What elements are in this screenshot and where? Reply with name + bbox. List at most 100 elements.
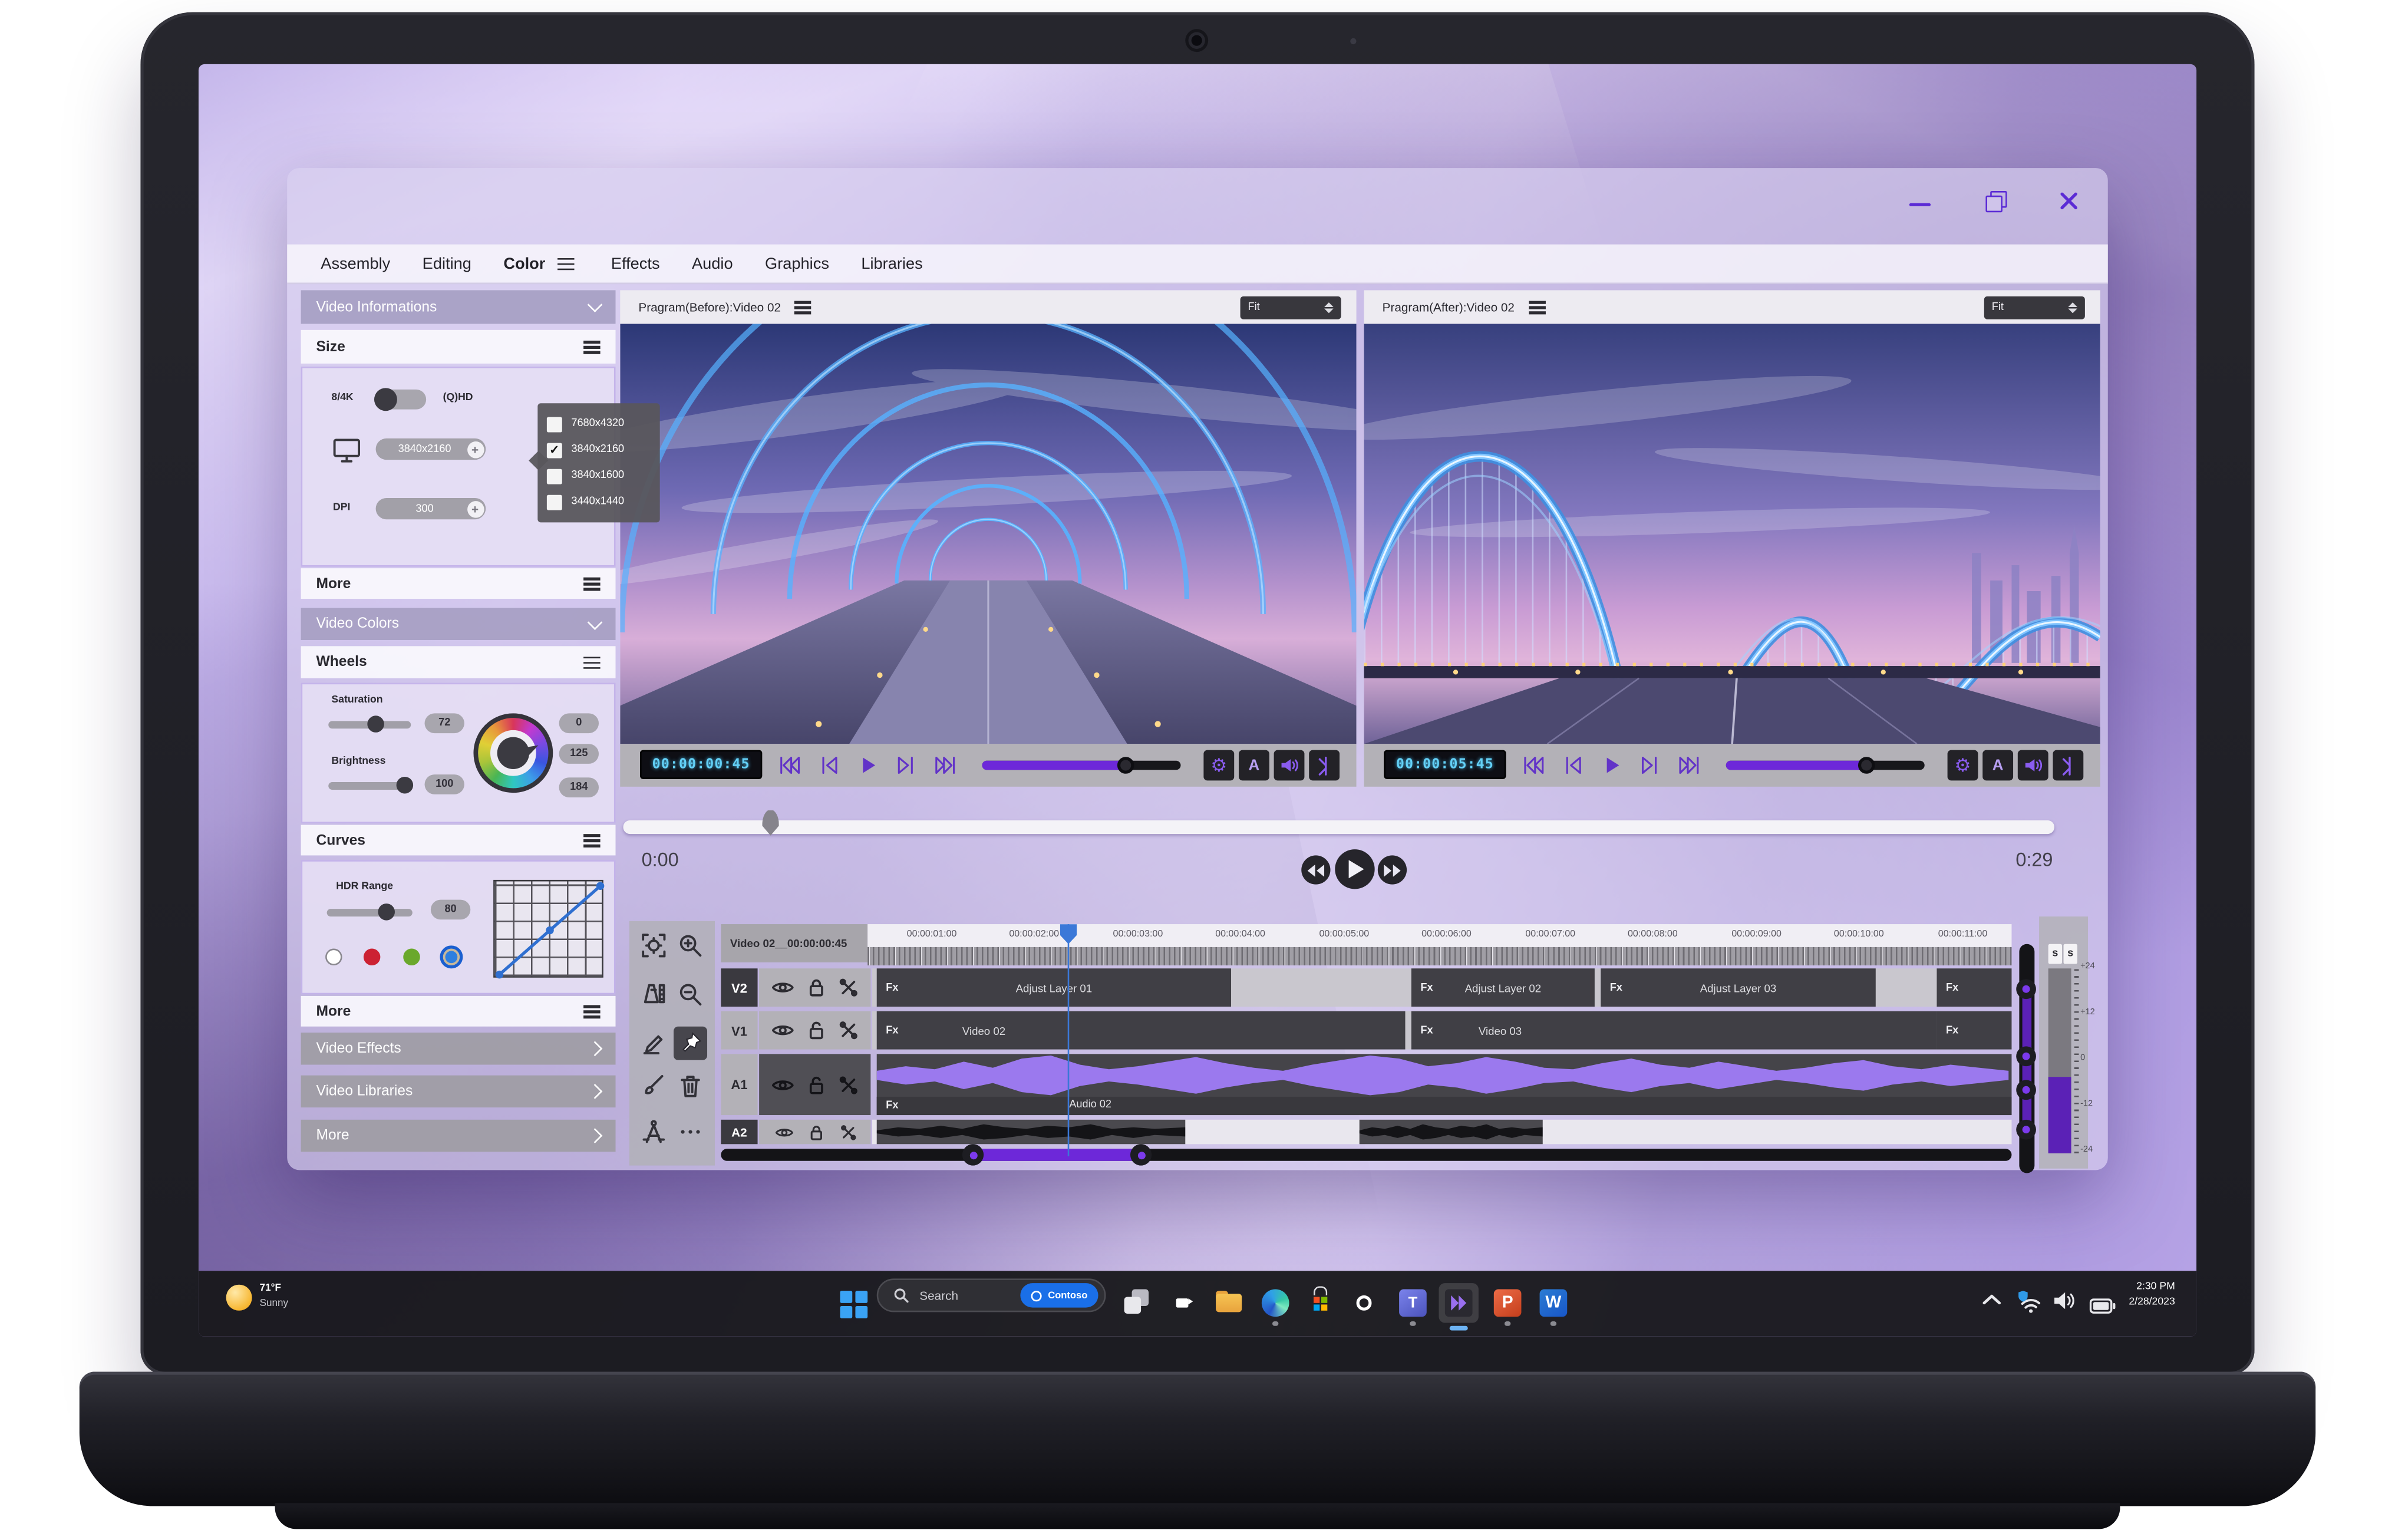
solo-left-button[interactable]: s (2048, 944, 2062, 964)
brightness-slider[interactable] (328, 782, 411, 789)
hdr-range-slider[interactable] (327, 909, 413, 916)
fx-badge[interactable]: Fx (886, 1100, 898, 1111)
vslider-handle[interactable] (2016, 1080, 2036, 1100)
tray-chevron-up-icon[interactable] (1982, 1294, 2001, 1306)
clip-video-02[interactable]: FxVideo 02 (877, 1011, 1406, 1050)
panel-video-informations[interactable]: Video Informations (301, 290, 616, 324)
menu-libraries[interactable]: Libraries (861, 255, 922, 273)
contoso-badge[interactable]: Contoso (1021, 1283, 1098, 1307)
clip-adjust-layer-02[interactable]: FxAdjust Layer 02 (1411, 968, 1595, 1007)
next-frame-icon[interactable] (1641, 756, 1659, 774)
seek-bar[interactable] (623, 820, 2054, 834)
timeline-clip-header[interactable]: Video 02__00:00:00:45 (721, 924, 867, 962)
preview-before-video[interactable] (620, 324, 1356, 744)
timeline-hscrollbar[interactable] (721, 1149, 2011, 1161)
fx-badge[interactable]: Fx (886, 1025, 898, 1036)
pencil-tool-icon[interactable] (642, 1031, 666, 1055)
eye-icon[interactable] (771, 1022, 794, 1039)
split-button[interactable] (2053, 750, 2083, 781)
pin-tool-selected[interactable] (678, 1031, 702, 1055)
menu-assembly[interactable]: Assembly (321, 255, 390, 273)
channel-green[interactable] (403, 949, 420, 966)
speaker-button[interactable] (1274, 750, 1305, 781)
battery-icon[interactable] (2090, 1294, 2116, 1321)
eye-icon[interactable] (771, 1076, 794, 1093)
track-a2-label[interactable]: A2 (721, 1120, 757, 1144)
menu-color[interactable]: Color (503, 255, 545, 273)
play-button[interactable] (1335, 849, 1374, 889)
settings-button[interactable]: ⚙ (1203, 750, 1234, 781)
scroll-handle-right[interactable] (1130, 1144, 1152, 1165)
teams-icon[interactable]: T (1399, 1290, 1427, 1317)
clip-audio-02[interactable]: Fx Audio 02 (877, 1054, 2012, 1115)
track-v2-label[interactable]: V2 (721, 968, 757, 1007)
plus-icon[interactable]: + (467, 500, 484, 517)
preview-progress[interactable] (982, 761, 1181, 770)
brush-tool-icon[interactable] (642, 1074, 666, 1098)
video-editor-app-icon[interactable] (1445, 1290, 1473, 1317)
slider-knob[interactable] (378, 904, 395, 921)
lock-open-icon[interactable] (806, 1020, 826, 1040)
menu-audio[interactable]: Audio (692, 255, 733, 273)
preview-after-video[interactable] (1364, 324, 2100, 744)
compass-tool-icon[interactable] (642, 1120, 666, 1144)
resolution-field[interactable]: 3840x2160 + (376, 438, 486, 460)
vslider-handle[interactable] (2016, 1046, 2036, 1066)
speaker-icon[interactable] (2053, 1291, 2076, 1318)
settings-button[interactable]: ⚙ (1948, 750, 1978, 781)
forward-button[interactable] (1378, 855, 1407, 884)
fx-badge[interactable]: Fx (1946, 982, 1958, 993)
minimize-button[interactable] (1909, 203, 1931, 207)
slider-knob[interactable] (397, 777, 414, 794)
word-icon[interactable]: W (1540, 1290, 1568, 1317)
menu-graphics[interactable]: Graphics (765, 255, 829, 273)
split-button[interactable] (1309, 750, 1340, 781)
channel-red[interactable] (364, 949, 381, 966)
zoom-in-tool-icon[interactable] (678, 934, 702, 958)
restore-button[interactable] (1985, 191, 2005, 211)
channel-blue-selected[interactable] (440, 945, 463, 968)
solo-right-button[interactable]: s (2064, 944, 2077, 964)
powerpoint-icon[interactable]: P (1494, 1290, 1522, 1317)
slider-knob[interactable] (368, 716, 385, 733)
play-icon[interactable] (1602, 756, 1621, 774)
checkbox-unchecked[interactable] (547, 468, 562, 483)
more-tools-icon[interactable] (678, 1120, 702, 1144)
start-button[interactable] (840, 1291, 867, 1317)
panel-more-top[interactable]: More (301, 568, 616, 599)
channel-white[interactable] (325, 949, 342, 966)
vslider-handle[interactable] (2016, 979, 2036, 999)
dpi-field[interactable]: 300 + (376, 498, 486, 519)
close-button[interactable] (2059, 191, 2079, 211)
panel-video-colors[interactable]: Video Colors (301, 608, 616, 640)
panel-curves-header[interactable]: Curves (301, 825, 616, 856)
sidebar-item-video-effects[interactable]: Video Effects (301, 1033, 616, 1064)
wifi-shield-icon[interactable] (2016, 1290, 2044, 1321)
lock-closed-icon[interactable] (806, 978, 826, 998)
clip-a2-2[interactable] (1360, 1120, 1543, 1144)
resolution-option[interactable]: 3840x1600 (547, 463, 651, 489)
search-box[interactable]: Search Contoso (877, 1278, 1106, 1312)
scroll-handle-left[interactable] (962, 1144, 984, 1165)
skip-end-icon[interactable] (1678, 756, 1700, 774)
progress-knob[interactable] (1117, 757, 1134, 774)
edge-browser-icon[interactable] (1262, 1290, 1289, 1317)
trash-tool-icon[interactable] (678, 1074, 702, 1098)
measure-tool-icon[interactable] (642, 982, 666, 1007)
checkbox-checked[interactable]: ✓ (547, 442, 562, 457)
prev-frame-icon[interactable] (1564, 756, 1582, 774)
resolution-option[interactable]: 7680x4320 (547, 411, 651, 437)
tools-icon[interactable] (839, 1123, 856, 1140)
focus-tool-icon[interactable] (642, 934, 666, 958)
weather-sun-icon[interactable] (226, 1285, 252, 1311)
tools-icon[interactable] (839, 1020, 859, 1040)
menu-effects[interactable]: Effects (611, 255, 660, 273)
track-a1-label[interactable]: A1 (721, 1054, 757, 1115)
track-v1-label[interactable]: V1 (721, 1011, 757, 1050)
eye-icon[interactable] (774, 1125, 794, 1139)
clip-a2-1[interactable] (877, 1120, 1186, 1144)
panel-wheels-header[interactable]: Wheels (301, 646, 616, 678)
vslider-handle[interactable] (2016, 1120, 2036, 1140)
resolution-option-selected[interactable]: ✓ 3840x2160 (547, 437, 651, 463)
hamburger-icon[interactable] (1528, 301, 1545, 304)
